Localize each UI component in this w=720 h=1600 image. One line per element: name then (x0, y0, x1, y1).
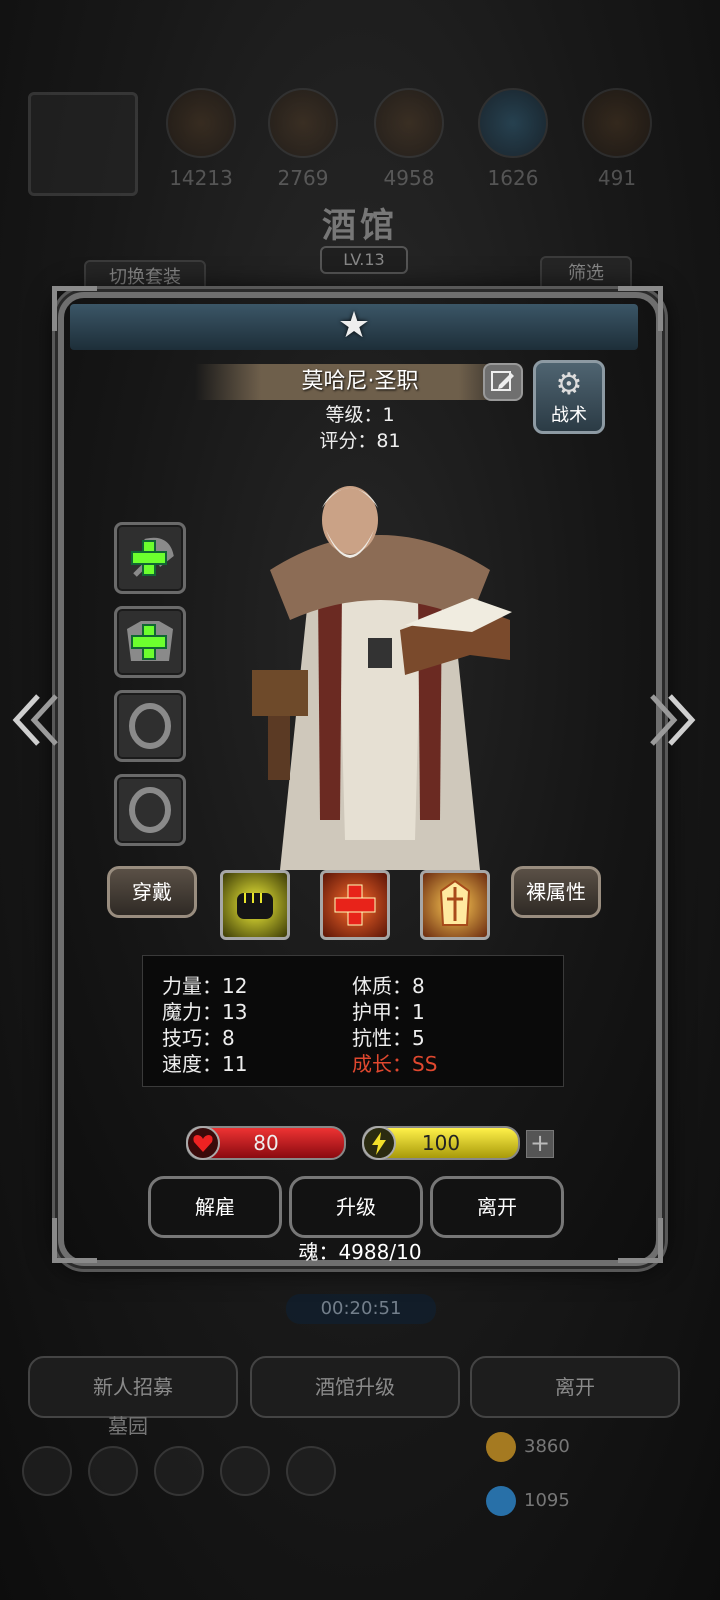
tavern-title: 酒馆 (322, 206, 398, 246)
tactics-label: 战术 (551, 405, 587, 426)
ring-slot-1[interactable] (114, 690, 186, 762)
rename-button[interactable] (483, 363, 523, 401)
stat-constitution: 体质：8 (352, 974, 425, 998)
arrow-right-icon[interactable] (646, 690, 696, 750)
stat-strength: 力量：12 (162, 974, 248, 998)
bare-stats-button[interactable]: 裸属性 (511, 866, 601, 918)
frame-corner-top-right (618, 286, 663, 331)
upgrade-button[interactable]: 升级 (289, 1176, 423, 1238)
ore-icon (582, 88, 652, 158)
cemetery-label: 墓园 (108, 1414, 148, 1438)
plus-icon (127, 621, 173, 661)
add-energy-button[interactable]: + (526, 1130, 554, 1158)
ring-icon (129, 703, 171, 749)
heart-icon (186, 1126, 220, 1160)
star-icon: ★ (337, 305, 371, 346)
hero-score: 评分：81 (319, 430, 401, 452)
plus-icon (131, 537, 174, 577)
armor-icon (439, 879, 471, 926)
hero-portrait (252, 486, 512, 870)
menu-circle-1[interactable] (22, 1446, 72, 1496)
ring-slot-2[interactable] (114, 774, 186, 846)
soul-count: 魂：4988/10 (298, 1240, 422, 1264)
iron-icon (374, 88, 444, 158)
menu-circle-5[interactable] (286, 1446, 336, 1496)
gem-icon (486, 1486, 516, 1516)
gear-icon: ⚙ (555, 367, 583, 402)
edit-icon (491, 371, 514, 391)
hero-name: 莫哈尼·圣职 (301, 369, 419, 394)
tavern-upgrade-button[interactable]: 酒馆升级 (250, 1356, 460, 1418)
resource-crystal: 1626 (468, 88, 558, 208)
stat-resistance: 抗性：5 (352, 1026, 425, 1050)
lightning-icon (362, 1126, 396, 1160)
weapon-slot[interactable] (114, 522, 186, 594)
resource-iron: 4958 (364, 88, 454, 208)
leave-button[interactable]: 离开 (430, 1176, 564, 1238)
ring-icon (129, 787, 171, 833)
skill-heal[interactable] (320, 870, 390, 940)
stat-skill: 技巧：8 (162, 1026, 235, 1050)
skill-punch[interactable] (220, 870, 290, 940)
hero-slot-background (28, 92, 138, 196)
menu-circle-2[interactable] (88, 1446, 138, 1496)
gold-currency: 3860 (486, 1432, 570, 1462)
menu-circle-4[interactable] (220, 1446, 270, 1496)
recruit-button[interactable]: 新人招募 (28, 1356, 238, 1418)
resource-wood: 14213 (156, 88, 246, 208)
resource-ore: 491 (572, 88, 662, 208)
plank-icon (268, 88, 338, 158)
stat-magic: 魔力：13 (162, 1000, 248, 1024)
stat-speed: 速度：11 (162, 1052, 248, 1076)
resource-plank: 2769 (258, 88, 348, 208)
tavern-level: LV.13 (320, 246, 408, 274)
gold-icon (486, 1432, 516, 1462)
wood-icon (166, 88, 236, 158)
frame-corner-bottom-right (618, 1218, 663, 1263)
stat-growth: 成长：SS (352, 1052, 438, 1076)
arrow-left-icon[interactable] (12, 690, 62, 750)
menu-circle-3[interactable] (154, 1446, 204, 1496)
armor-slot[interactable] (114, 606, 186, 678)
skill-holy-armor[interactable] (420, 870, 490, 940)
switch-outfit-button[interactable]: 切换套装 (84, 260, 206, 296)
equip-button[interactable]: 穿戴 (107, 866, 197, 918)
stat-armor: 护甲：1 (352, 1000, 425, 1024)
frame-corner-top-left (52, 286, 97, 331)
crystal-icon (478, 88, 548, 158)
tactics-button[interactable]: ⚙ 战术 (533, 360, 605, 434)
dismiss-button[interactable]: 解雇 (148, 1176, 282, 1238)
fist-icon (237, 893, 273, 919)
cross-icon (334, 884, 376, 926)
timer: 00:20:51 (286, 1294, 436, 1324)
blue-currency: 1095 (486, 1486, 570, 1516)
frame-corner-bottom-left (52, 1218, 97, 1263)
hero-level: 等级：1 (325, 404, 395, 426)
leave-tavern-button[interactable]: 离开 (470, 1356, 680, 1418)
